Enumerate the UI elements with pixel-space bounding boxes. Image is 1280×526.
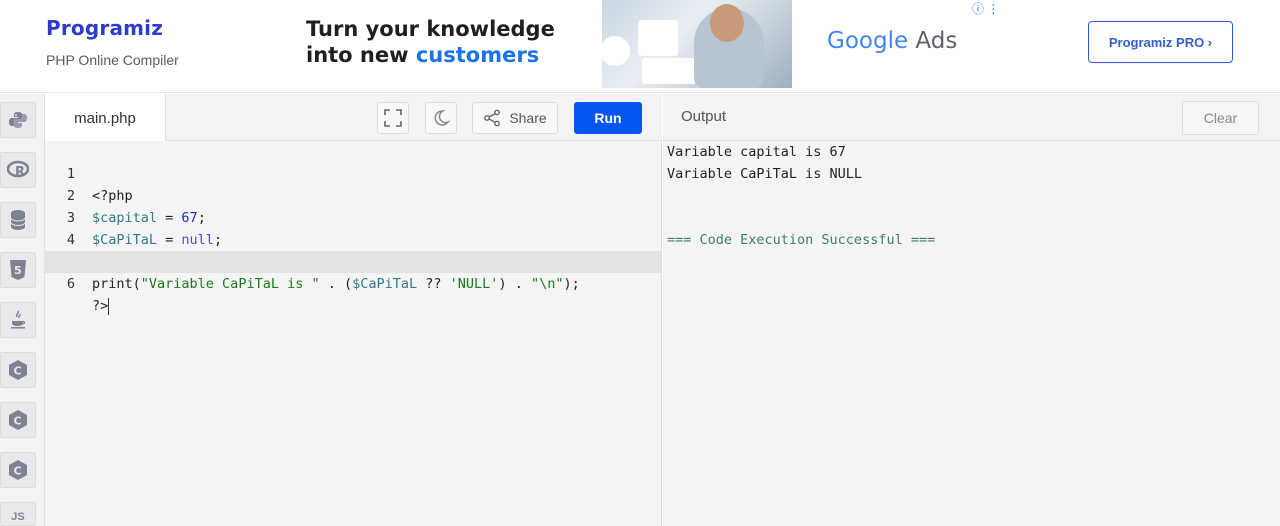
moon-icon — [434, 110, 450, 126]
page-subtitle: PHP Online Compiler — [46, 52, 179, 68]
svg-text:R: R — [15, 165, 25, 180]
ads-wordmark: Ads — [908, 28, 958, 54]
code-text: print("Variable CaPiTaL is " . ($CaPiTaL… — [92, 276, 580, 292]
advertisement-banner[interactable]: Turn your knowledge into new customers G… — [290, 0, 1010, 90]
ad-image-head — [710, 4, 744, 42]
js-label: JS — [11, 511, 25, 523]
code-line: 5 print("Variable CaPiTaL is " . ($CaPiT… — [45, 229, 661, 292]
ad-image — [602, 0, 792, 88]
sql-icon[interactable] — [0, 202, 36, 238]
theme-toggle-button[interactable] — [425, 102, 457, 134]
csharp-icon[interactable]: C — [0, 452, 36, 488]
ad-headline-line2: into new customers — [306, 42, 555, 68]
ad-headline-plain: into new — [306, 43, 416, 67]
google-ads-logo: Google Ads — [827, 28, 957, 54]
output-panel: Variable capital is 67 Variable CaPiTaL … — [663, 141, 1280, 526]
share-label: Share — [509, 110, 547, 126]
ad-headline-line1: Turn your knowledge — [306, 17, 555, 41]
svg-text:C: C — [14, 465, 22, 478]
ad-info-icon[interactable]: ⓘ ⋮ — [972, 0, 999, 17]
js-icon[interactable]: JS — [0, 502, 36, 526]
code-editor[interactable]: 1 <?php 2 $capital = 67; 3 $CaPiTaL = nu… — [45, 141, 662, 526]
ad-headline-highlight: customers — [415, 43, 540, 67]
java-icon[interactable] — [0, 302, 36, 338]
code-text: ?> — [92, 295, 110, 317]
fullscreen-icon — [384, 109, 402, 127]
language-sidebar: R 5 C C C JS — [0, 94, 45, 526]
code-line: 1 <?php — [45, 141, 661, 204]
output-line: Variable CaPiTaL is NULL — [667, 166, 863, 182]
file-tab-main-php[interactable]: main.php — [45, 94, 166, 142]
ad-image-card — [642, 58, 696, 84]
code-line-active: 6 ?> — [45, 251, 661, 315]
output-toolbar: Output Clear — [663, 94, 1280, 141]
share-button[interactable]: Share — [472, 102, 558, 134]
logo-text: Programiz — [46, 16, 164, 40]
editor-toolbar: main.php Share Run — [45, 94, 662, 142]
fullscreen-button[interactable] — [377, 102, 409, 134]
code-line: 4 print("Variable capital is $capital\n"… — [45, 207, 661, 270]
output-line: Variable capital is 67 — [667, 144, 846, 160]
svg-text:C: C — [14, 365, 22, 378]
share-icon — [484, 109, 501, 127]
programiz-logo[interactable]: Programiz — [46, 16, 163, 40]
r-icon[interactable]: R — [0, 152, 36, 188]
c-icon[interactable]: C — [0, 352, 36, 388]
output-title: Output — [681, 108, 727, 125]
execution-status: === Code Execution Successful === — [667, 232, 936, 248]
svg-text:C: C — [14, 415, 22, 428]
ad-headline: Turn your knowledge into new customers — [306, 16, 555, 68]
python-icon[interactable] — [0, 102, 36, 138]
code-text-content: ?> — [92, 298, 109, 314]
html5-label: 5 — [14, 264, 22, 277]
code-line: 2 $capital = 67; — [45, 163, 661, 226]
google-wordmark: Google — [827, 28, 909, 54]
ad-image-card — [638, 20, 678, 56]
top-header: Programiz PHP Online Compiler Turn your … — [0, 0, 1280, 93]
cpp-icon[interactable]: C — [0, 402, 36, 438]
programiz-pro-button[interactable]: Programiz PRO › — [1088, 21, 1233, 63]
code-line: 3 $CaPiTaL = null; — [45, 185, 661, 248]
text-cursor — [108, 297, 110, 315]
clear-button[interactable]: Clear — [1182, 101, 1259, 135]
html5-icon[interactable]: 5 — [0, 252, 36, 288]
run-button[interactable]: Run — [574, 102, 642, 134]
line-number: 6 — [66, 276, 75, 292]
ad-image-ring — [602, 36, 630, 66]
